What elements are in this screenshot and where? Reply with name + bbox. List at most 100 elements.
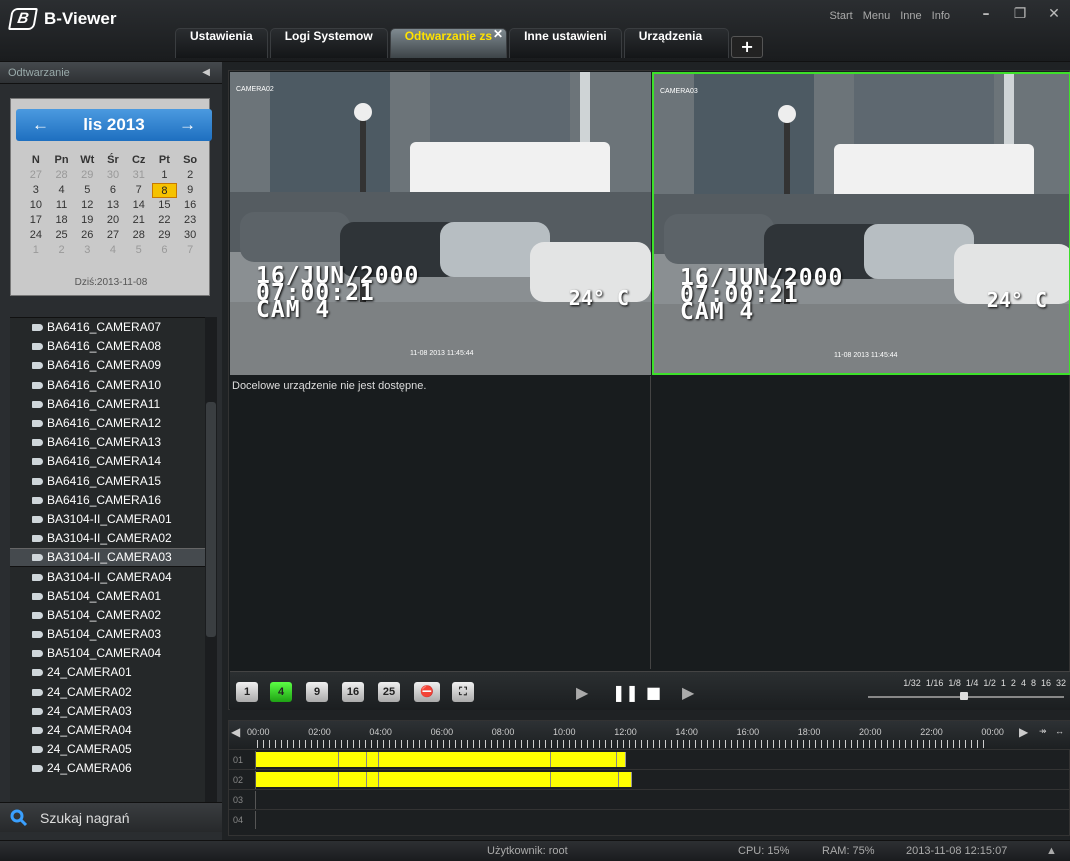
restore-button[interactable]: ❐ <box>1010 6 1030 22</box>
calendar-day[interactable]: 7 <box>126 183 152 198</box>
timeline-scale[interactable]: ◀ 00:00 02:00 04:00 06:00 08:00 10:00 12:00 14:… <box>229 721 1070 749</box>
calendar-day[interactable]: 21 <box>126 213 152 228</box>
speed-slider-handle[interactable] <box>960 692 968 700</box>
calendar-day[interactable]: 24 <box>23 228 49 243</box>
timeline-row-04[interactable]: 04 <box>229 809 1070 829</box>
calendar-day[interactable]: 13 <box>100 198 126 213</box>
calendar-day[interactable]: 4 <box>49 183 75 198</box>
calendar-day[interactable]: 25 <box>49 228 75 243</box>
speed-label[interactable]: 1/2 <box>983 678 996 688</box>
calendar-day[interactable]: 26 <box>74 228 100 243</box>
speed-label[interactable]: 1/16 <box>926 678 944 688</box>
next-month-button[interactable]: → <box>179 115 196 135</box>
recording-lane[interactable] <box>255 771 1070 789</box>
menu-inne[interactable]: Inne <box>900 10 921 22</box>
camera-list-item[interactable]: BA5104_CAMERA03 <box>10 625 205 644</box>
camera-list-item[interactable]: BA6416_CAMERA16 <box>10 491 205 510</box>
scrollbar-thumb[interactable] <box>206 402 216 637</box>
camera-list-scrollbar[interactable] <box>205 317 217 802</box>
calendar-day[interactable]: 20 <box>100 213 126 228</box>
calendar-day[interactable]: 30 <box>100 168 126 183</box>
speed-label[interactable]: 1/4 <box>966 678 979 688</box>
menu-info[interactable]: Info <box>932 10 950 22</box>
calendar-day[interactable]: 4 <box>100 243 126 258</box>
tray-up-icon[interactable]: ▲ <box>1046 845 1057 857</box>
calendar-day[interactable]: 17 <box>23 213 49 228</box>
video-tile-4[interactable] <box>652 376 1070 669</box>
camera-list-item[interactable]: BA5104_CAMERA02 <box>10 606 205 625</box>
calendar-day[interactable]: 5 <box>126 243 152 258</box>
camera-list-item[interactable]: 24_CAMERA06 <box>10 759 205 778</box>
calendar-day[interactable]: 31 <box>126 168 152 183</box>
speed-label[interactable]: 16 <box>1041 678 1051 688</box>
speed-label[interactable]: 32 <box>1056 678 1066 688</box>
timeline-row-03[interactable]: 03 <box>229 789 1070 809</box>
calendar-day[interactable]: 3 <box>23 183 49 198</box>
camera-list-item[interactable]: BA3104-II_CAMERA02 <box>10 529 205 548</box>
minimize-button[interactable]: – <box>976 6 996 22</box>
stop-icon[interactable]: ■ <box>646 683 661 702</box>
camera-list-item[interactable]: BA5104_CAMERA01 <box>10 587 205 606</box>
calendar-day[interactable]: 23 <box>177 213 203 228</box>
layout-25-button[interactable]: 25 <box>378 682 400 702</box>
calendar-day[interactable]: 28 <box>126 228 152 243</box>
layout-16-button[interactable]: 16 <box>342 682 364 702</box>
tab-odtwarzanie[interactable]: Odtwarzanie zs ✕ <box>389 27 508 58</box>
stop-all-icon[interactable]: ⛔ <box>414 682 440 702</box>
tab-urzadzenia[interactable]: Urządzenia <box>623 28 730 58</box>
layout-4-button[interactable]: 4 <box>270 682 292 702</box>
tab-inne-ustawienia[interactable]: Inne ustawieni <box>509 28 622 58</box>
prev-month-button[interactable]: ← <box>32 115 49 135</box>
calendar-day[interactable]: 27 <box>100 228 126 243</box>
recording-segment[interactable] <box>256 752 626 767</box>
video-tile-3[interactable]: Docelowe urządzenie nie jest dostępne. <box>230 376 651 669</box>
timeline-row-02[interactable]: 02 <box>229 769 1070 789</box>
zoom-in-icon[interactable]: ↠ <box>1039 726 1047 737</box>
camera-list-item[interactable]: BA6416_CAMERA09 <box>10 356 205 375</box>
calendar-day[interactable]: 16 <box>177 198 203 213</box>
camera-list-item[interactable]: BA3104-II_CAMERA04 <box>10 567 205 586</box>
camera-list-item[interactable]: BA6416_CAMERA08 <box>10 337 205 356</box>
zoom-out-icon[interactable]: ↔ <box>1055 726 1064 736</box>
tab-close-icon[interactable]: ✕ <box>493 27 503 41</box>
calendar-day[interactable]: 28 <box>49 168 75 183</box>
calendar-day[interactable]: 7 <box>177 243 203 258</box>
calendar-day[interactable]: 6 <box>100 183 126 198</box>
camera-list-item[interactable]: BA6416_CAMERA12 <box>10 414 205 433</box>
calendar-day[interactable]: 14 <box>126 198 152 213</box>
menu-start[interactable]: Start <box>829 10 852 22</box>
layout-1-button[interactable]: 1 <box>236 682 258 702</box>
camera-list-item[interactable]: 24_CAMERA03 <box>10 702 205 721</box>
video-tile-2-selected[interactable]: CAMERA03 16/JUN/2000 07:00:21 CAM 4 24° … <box>652 72 1070 375</box>
speed-label[interactable]: 4 <box>1021 678 1026 688</box>
pause-icon[interactable]: ❚❚ <box>612 683 639 702</box>
step-forward-icon[interactable]: ▶ <box>682 683 694 702</box>
calendar-day[interactable]: 30 <box>177 228 203 243</box>
calendar-day[interactable]: 2 <box>49 243 75 258</box>
timeline-prev-icon[interactable]: ◀ <box>231 725 240 739</box>
camera-list-item[interactable]: BA5104_CAMERA04 <box>10 644 205 663</box>
calendar-day[interactable]: 8 <box>151 183 178 198</box>
camera-list-item[interactable]: 24_CAMERA01 <box>10 663 205 682</box>
calendar-day[interactable]: 5 <box>74 183 100 198</box>
calendar-day[interactable]: 22 <box>152 213 178 228</box>
calendar-day[interactable]: 27 <box>23 168 49 183</box>
calendar-day[interactable]: 1 <box>23 243 49 258</box>
calendar-day[interactable]: 10 <box>23 198 49 213</box>
camera-list-item[interactable]: BA6416_CAMERA13 <box>10 433 205 452</box>
tab-logi-systemow[interactable]: Logi Systemow <box>269 28 388 58</box>
recording-lane[interactable] <box>255 811 1070 829</box>
camera-list-item[interactable]: BA6416_CAMERA15 <box>10 472 205 491</box>
speed-label[interactable]: 2 <box>1011 678 1016 688</box>
fullscreen-icon[interactable]: ⛶ <box>452 682 474 702</box>
calendar-day[interactable]: 29 <box>152 228 178 243</box>
layout-9-button[interactable]: 9 <box>306 682 328 702</box>
camera-list-item[interactable]: BA6416_CAMERA11 <box>10 395 205 414</box>
calendar-day[interactable]: 6 <box>152 243 178 258</box>
calendar-day[interactable]: 12 <box>74 198 100 213</box>
calendar-day[interactable]: 19 <box>74 213 100 228</box>
speed-label[interactable]: 1/8 <box>948 678 961 688</box>
camera-list-item[interactable]: BA6416_CAMERA14 <box>10 452 205 471</box>
timeline-row-01[interactable]: 01 <box>229 749 1070 769</box>
video-tile-1[interactable]: CAMERA02 16/JUN/2000 07:00:21 CAM 4 24° … <box>230 72 651 375</box>
